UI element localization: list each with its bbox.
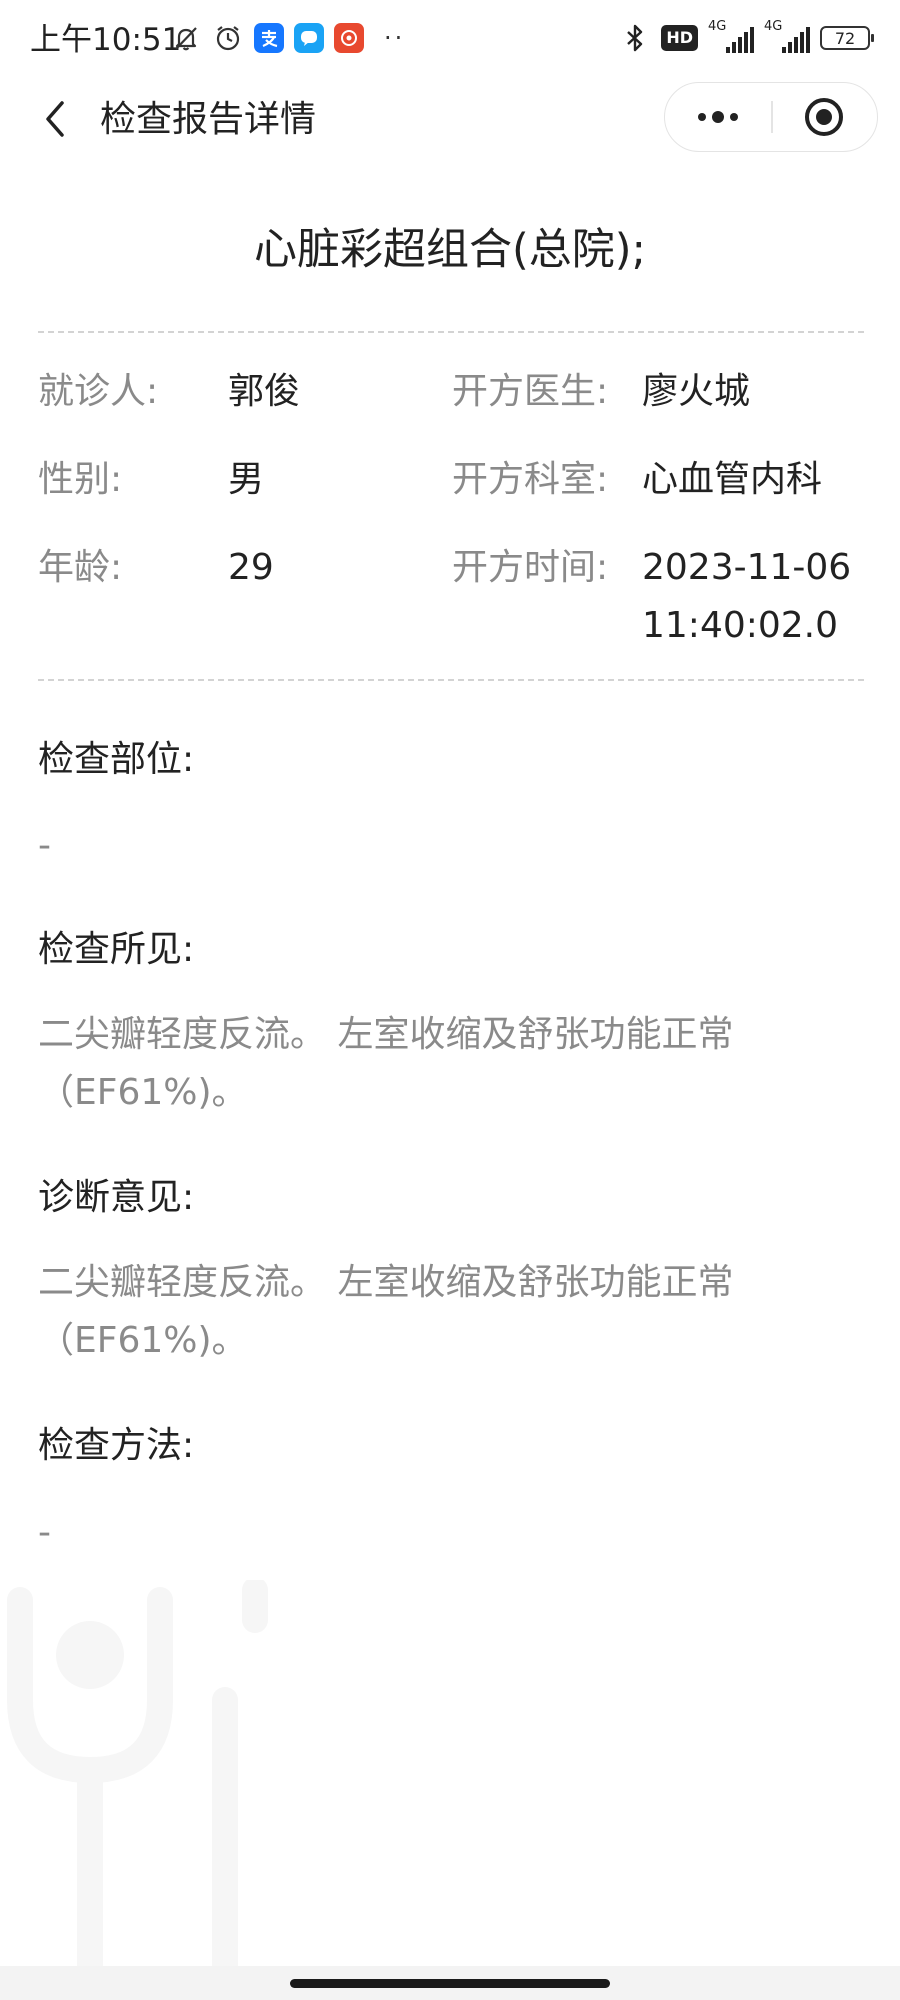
- prescription-date-value: 2023-11-06: [642, 547, 852, 588]
- battery-level: 72: [834, 28, 856, 48]
- bluetooth-icon: [619, 22, 651, 54]
- background-watermark: [7, 1580, 268, 1980]
- navigation-bar: 检查报告详情: [0, 82, 900, 156]
- mini-program-capsule: [664, 82, 878, 152]
- alarm-clock-icon: [212, 22, 244, 54]
- divider: [38, 679, 864, 681]
- back-button[interactable]: [30, 94, 80, 144]
- diagnosis-heading: 诊断意见:: [38, 1177, 195, 1218]
- report-title: 心脏彩超组合(总院);: [253, 225, 647, 275]
- home-indicator[interactable]: [290, 1979, 610, 1988]
- close-mini-program-button[interactable]: [771, 83, 877, 150]
- diagnosis-content: 二尖瓣轻度反流。 左室收缩及舒张功能正常（EF61%)。: [38, 1262, 734, 1361]
- music-app-icon: [334, 23, 364, 53]
- age-label: 年龄:: [38, 547, 123, 588]
- gender-value: 男: [228, 459, 265, 500]
- gender-label: 性别:: [38, 459, 123, 500]
- status-time: 上午10:51: [30, 22, 182, 58]
- more-dots-icon: [698, 110, 738, 123]
- chevron-left-icon: [46, 101, 64, 137]
- status-bar: 上午10:51 ·· HD 4G 4G 72: [0, 0, 900, 82]
- signal-type-label: 4G: [708, 19, 727, 34]
- patient-value: 郭俊: [228, 371, 301, 412]
- status-system-icons: HD 4G 4G 72: [619, 19, 874, 54]
- exam-method-content: -: [38, 1512, 51, 1553]
- status-notification-icons: ··: [170, 22, 405, 54]
- exam-findings-content: 二尖瓣轻度反流。 左室收缩及舒张功能正常（EF61%)。: [38, 1014, 734, 1113]
- report-detail-page: 上午10:51 ·· HD 4G 4G 72 检查报告详情 心脏彩超组合(总院)…: [0, 0, 900, 2000]
- alipay-app-icon: [254, 23, 284, 53]
- age-value: 29: [228, 547, 274, 588]
- exam-site-heading: 检查部位:: [38, 739, 195, 780]
- battery-indicator: 72: [820, 26, 874, 50]
- hd-voice-badge: HD: [661, 25, 698, 51]
- exam-method-heading: 检查方法:: [38, 1425, 195, 1466]
- exam-findings-heading: 检查所见:: [38, 929, 195, 970]
- more-notifications-indicator: ··: [384, 24, 406, 52]
- exam-site-content: -: [38, 825, 51, 866]
- message-app-icon: [294, 23, 324, 53]
- divider: [38, 331, 864, 333]
- department-label: 开方科室:: [452, 459, 609, 500]
- page-title: 检查报告详情: [100, 99, 317, 140]
- doctor-label: 开方医生:: [452, 371, 609, 412]
- doctor-value: 廖火城: [642, 371, 751, 412]
- prescription-time-label: 开方时间:: [452, 547, 609, 588]
- mute-bell-icon: [170, 22, 202, 54]
- signal-strength-sim2: 4G: [764, 19, 810, 53]
- more-options-button[interactable]: [665, 83, 771, 150]
- signal-strength-sim1: 4G: [708, 19, 754, 53]
- prescription-time-value: 11:40:02.0: [642, 605, 839, 646]
- target-close-icon: [805, 97, 843, 136]
- signal-type-label: 4G: [764, 19, 783, 34]
- patient-label: 就诊人:: [38, 371, 159, 412]
- department-value: 心血管内科: [642, 459, 823, 500]
